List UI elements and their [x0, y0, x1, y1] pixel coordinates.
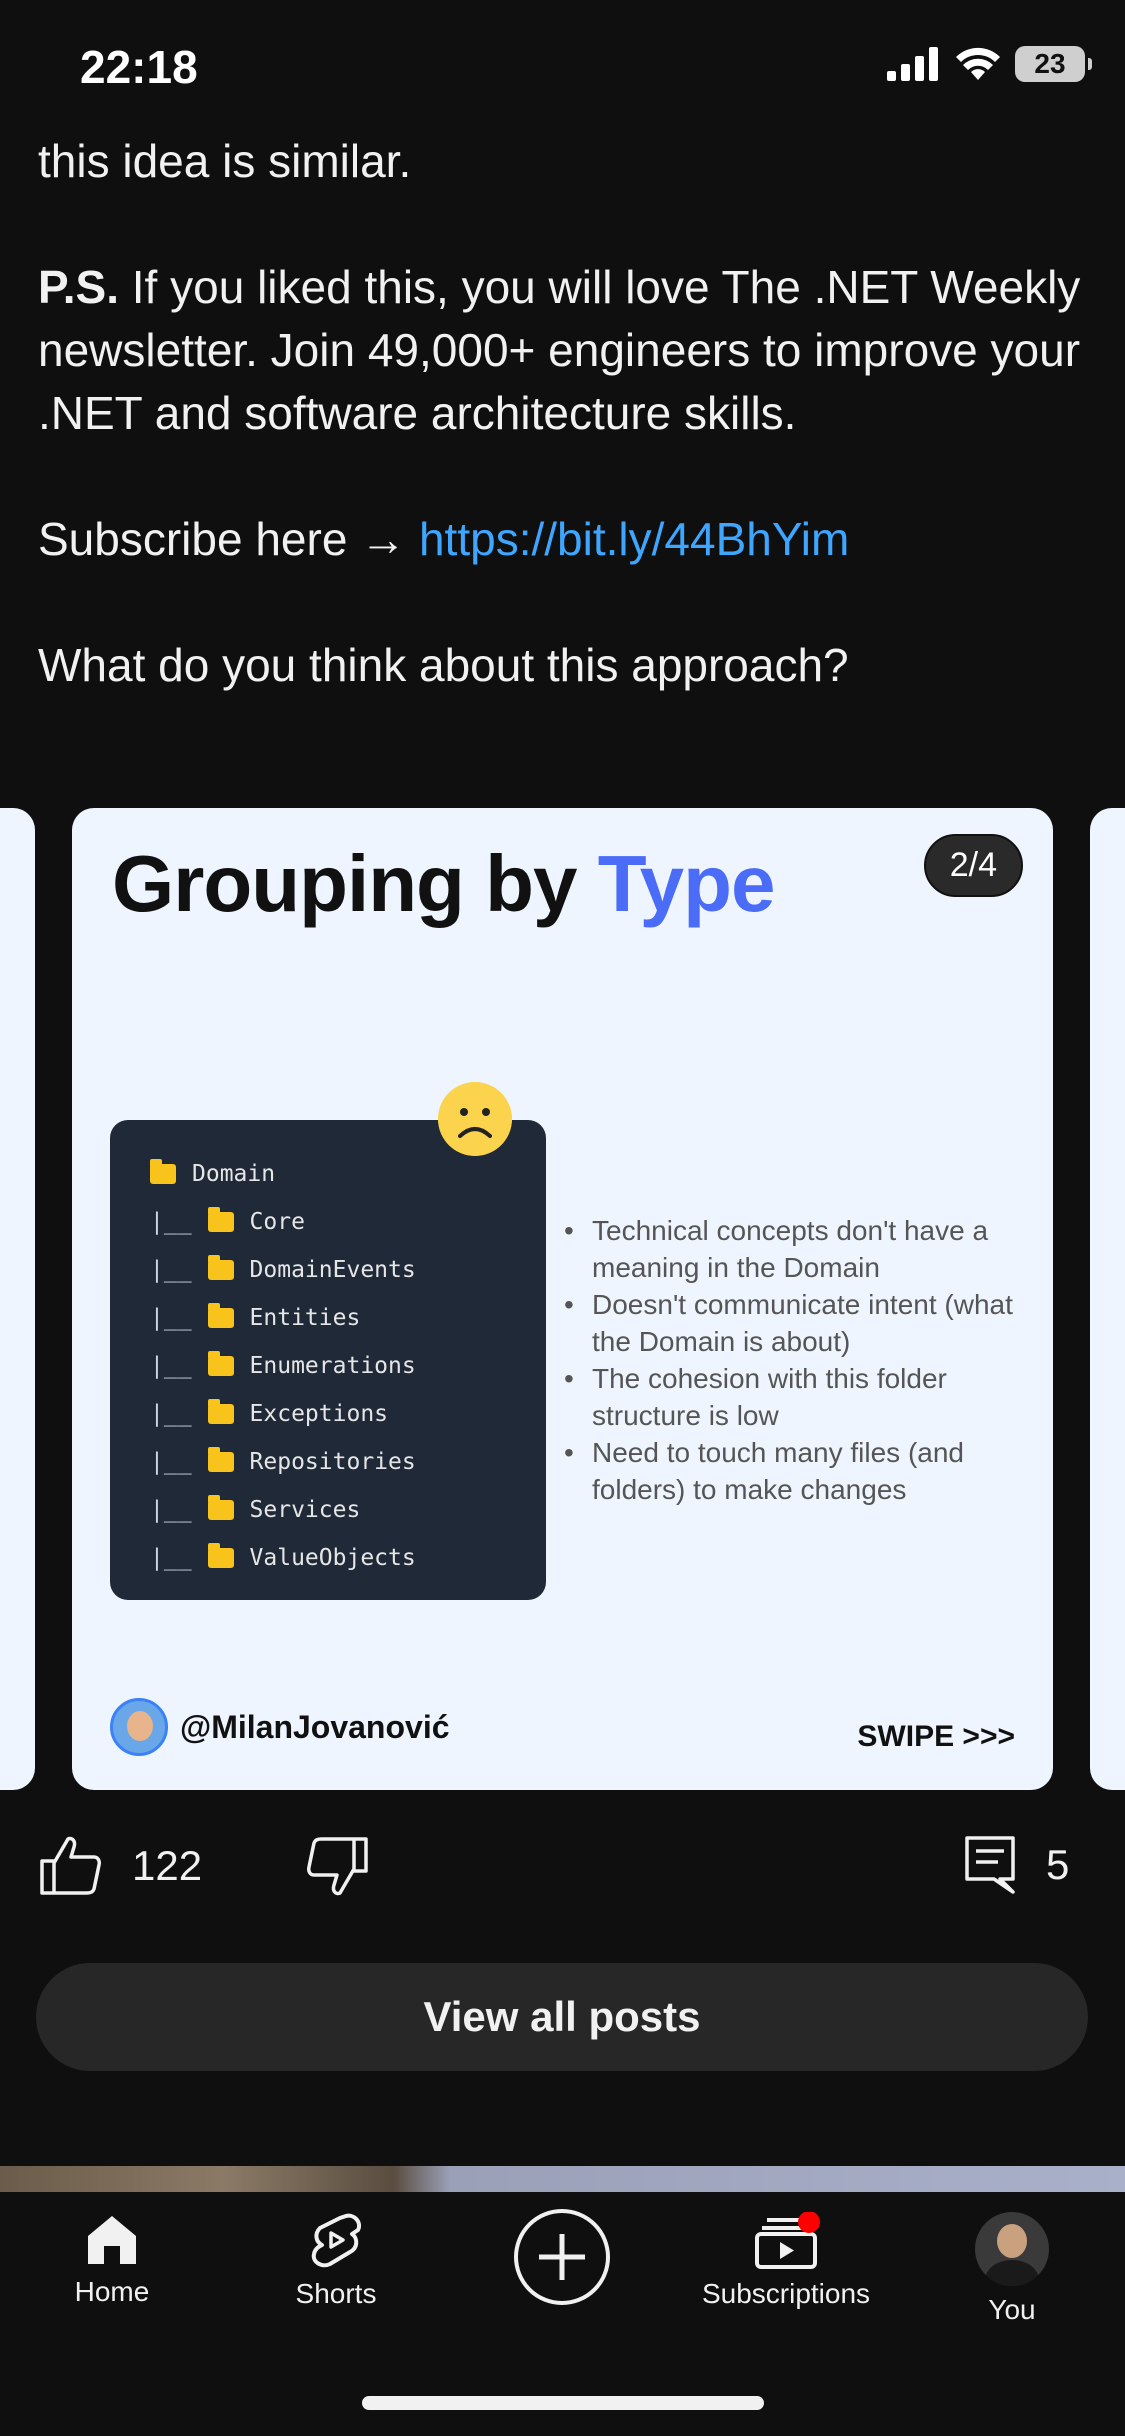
folder-name: Core [249, 1209, 305, 1235]
tree-branch: |__ [150, 1257, 192, 1283]
nav-you-label: You [988, 2294, 1036, 2325]
post-question: What do you think about this approach? [38, 639, 849, 691]
post-actions: 122 5 [0, 1835, 1125, 1925]
like-count: 122 [132, 1842, 203, 1889]
tree-branch: |__ [150, 1305, 192, 1331]
nav-subscriptions[interactable]: Subscriptions [686, 2212, 886, 2310]
post-ps-paragraph: P.S. If you liked this, you will love Th… [38, 256, 1098, 445]
author-avatar [110, 1698, 168, 1756]
nav-subscriptions-label: Subscriptions [701, 2278, 871, 2309]
folder-icon [150, 1159, 176, 1184]
bullet-item: The cohesion with this folder structure … [564, 1360, 1034, 1434]
folder-name: Services [249, 1497, 361, 1523]
slide-title: Grouping by Type [112, 838, 776, 930]
dislike-button[interactable] [306, 1835, 370, 1897]
folder-row: |__ ValueObjects [150, 1534, 546, 1582]
wifi-icon [956, 47, 1000, 80]
previous-slide-peek[interactable] [0, 808, 35, 1790]
profile-avatar [975, 2212, 1049, 2286]
folder-name: Repositories [249, 1449, 416, 1475]
battery-icon: 23 [1015, 46, 1092, 82]
bullet-item: Need to touch many files (and folders) t… [564, 1434, 1034, 1508]
bullet-list: Technical concepts don't have a meaning … [564, 1212, 1034, 1508]
status-time: 22:18 [80, 41, 198, 93]
bullet-item: Technical concepts don't have a meaning … [564, 1212, 1034, 1286]
post-text: this idea is similar. P.S. If you liked … [38, 130, 1098, 697]
bullet-item: Doesn't communicate intent (what the Dom… [564, 1286, 1034, 1360]
folder-icon [207, 1351, 234, 1376]
subscribe-link[interactable]: https://bit.ly/44BhYim [419, 513, 849, 565]
tree-branch: |__ [150, 1545, 192, 1571]
nav-home-label: Home [74, 2276, 150, 2307]
notification-dot [798, 2212, 820, 2233]
subscribe-line: Subscribe here → https://bit.ly/44BhYim [38, 508, 1098, 571]
plus-icon [539, 2234, 585, 2280]
folder-icon [207, 1447, 234, 1472]
next-video-thumbnail[interactable] [0, 2166, 1125, 2192]
comment-icon [965, 1836, 1015, 1894]
author-tag: @MilanJovanović [110, 1698, 450, 1756]
home-icon [88, 2216, 136, 2264]
author-name: @MilanJovanović [180, 1708, 450, 1745]
folder-name: Domain [192, 1161, 276, 1187]
status-bar: 22:18 23 [0, 0, 1125, 130]
tree-branch: |__ [150, 1449, 192, 1475]
shorts-icon [311, 2213, 361, 2268]
folder-row: |__ Services [150, 1486, 546, 1534]
nav-shorts-label: Shorts [295, 2278, 377, 2309]
status-icons: 23 [887, 46, 1092, 82]
folder-icon [207, 1207, 234, 1232]
folder-icon [207, 1543, 234, 1568]
subscriptions-icon [755, 2212, 820, 2269]
folder-name: ValueObjects [249, 1545, 416, 1571]
folder-icon [207, 1303, 234, 1328]
folder-name: Entities [249, 1305, 361, 1331]
nav-you[interactable]: You [912, 2212, 1112, 2326]
like-button[interactable]: 122 [38, 1835, 202, 1897]
tree-branch: |__ [150, 1209, 192, 1235]
folder-name: Enumerations [249, 1353, 416, 1379]
swipe-hint: SWIPE >>> [857, 1720, 1015, 1753]
folder-name: Exceptions [249, 1401, 389, 1427]
post-line-1: this idea is similar. [38, 135, 412, 187]
thumbs-up-icon [40, 1836, 101, 1895]
ps-text: If you liked this, you will love The .NE… [38, 261, 1081, 439]
folder-icon [207, 1399, 234, 1424]
bottom-navigation: Home Shorts Subscriptions You [0, 2192, 1125, 2436]
cellular-signal-icon [887, 47, 938, 81]
slide-title-accent: Type [597, 839, 776, 928]
folder-tree: Domain |__ Core |__ DomainEvents |__ Entities |… [150, 1150, 546, 1582]
tree-branch: |__ [150, 1353, 192, 1379]
home-indicator[interactable] [362, 2396, 764, 2410]
folder-row: |__ Core [150, 1198, 546, 1246]
view-all-posts-button[interactable]: View all posts [36, 1963, 1088, 2071]
folder-tree-card: Domain |__ Core |__ DomainEvents |__ Entities |… [110, 1120, 546, 1600]
ps-label: P.S. [38, 261, 119, 313]
folder-row: |__ Enumerations [150, 1342, 546, 1390]
folder-row: |__ Exceptions [150, 1390, 546, 1438]
next-slide-peek[interactable] [1090, 808, 1125, 1790]
tree-branch: |__ [150, 1401, 192, 1427]
comments-button[interactable]: 5 [964, 1835, 1069, 1895]
subscribe-prefix: Subscribe here → [38, 513, 419, 565]
folder-row: Domain [150, 1150, 546, 1198]
slide-title-main: Grouping by [112, 839, 598, 928]
folder-name: DomainEvents [249, 1257, 416, 1283]
nav-shorts[interactable]: Shorts [236, 2212, 436, 2310]
image-carousel[interactable]: Grouping by Type 2/4 Domain |__ Core |__ Dom… [0, 808, 1125, 1790]
thumbs-down-icon [307, 1837, 368, 1896]
sad-face-icon [438, 1082, 512, 1156]
folder-icon [207, 1255, 234, 1280]
tree-branch: |__ [150, 1497, 192, 1523]
folder-row: |__ Repositories [150, 1438, 546, 1486]
battery-level: 23 [1034, 48, 1066, 79]
nav-home[interactable]: Home [12, 2212, 212, 2308]
comment-count: 5 [1046, 1841, 1070, 1888]
carousel-slide[interactable]: Grouping by Type 2/4 Domain |__ Core |__ Dom… [72, 808, 1053, 1790]
create-button[interactable] [514, 2209, 610, 2305]
folder-row: |__ DomainEvents [150, 1246, 546, 1294]
folder-row: |__ Entities [150, 1294, 546, 1342]
page-indicator-badge: 2/4 [923, 834, 1023, 897]
folder-icon [207, 1495, 234, 1520]
